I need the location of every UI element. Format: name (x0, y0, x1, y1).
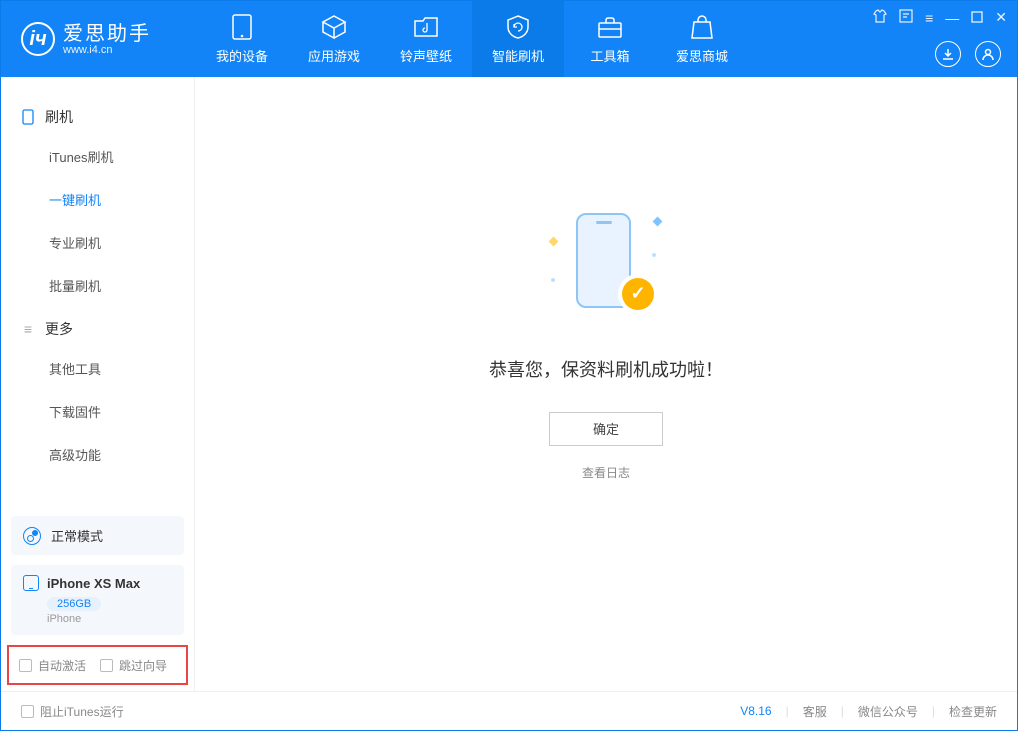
group-title: 刷机 (45, 107, 73, 127)
sidebar-nav: 刷机 iTunes刷机 一键刷机 专业刷机 批量刷机 ≡ 更多 其他工具 下载固… (1, 77, 194, 516)
app-header: iч 爱思助手 www.i4.cn 我的设备 应用游戏 铃声壁纸 智能刷机 工具… (1, 1, 1017, 77)
toolbox-icon (597, 14, 623, 40)
app-logo[interactable]: iч 爱思助手 www.i4.cn (1, 22, 196, 56)
sidebar: 刷机 iTunes刷机 一键刷机 专业刷机 批量刷机 ≡ 更多 其他工具 下载固… (1, 77, 195, 691)
update-link[interactable]: 检查更新 (949, 703, 997, 720)
wechat-link[interactable]: 微信公众号 (858, 703, 918, 720)
tab-store[interactable]: 爱思商城 (656, 1, 748, 77)
device-name: iPhone XS Max (47, 576, 140, 591)
maximize-button[interactable] (971, 10, 983, 26)
footer-bar: 阻止iTunes运行 V8.16 | 客服 | 微信公众号 | 检查更新 (1, 691, 1017, 730)
tab-label: 铃声壁纸 (400, 46, 452, 65)
sidebar-group-more[interactable]: ≡ 更多 (1, 307, 194, 347)
phone-outline-icon (21, 110, 35, 124)
feedback-icon[interactable] (899, 9, 913, 26)
sidebar-item-pro[interactable]: 专业刷机 (1, 221, 194, 264)
tab-label: 应用游戏 (308, 46, 360, 65)
options-highlight: 自动激活 跳过向导 (7, 645, 188, 685)
device-phone-icon (23, 575, 39, 591)
footer-right: V8.16 | 客服 | 微信公众号 | 检查更新 (740, 703, 997, 720)
mode-icon (23, 527, 41, 545)
mode-card[interactable]: 正常模式 (11, 516, 184, 555)
bag-icon (689, 14, 715, 40)
skin-icon[interactable] (873, 9, 887, 26)
device-storage: 256GB (47, 597, 101, 611)
device-card[interactable]: iPhone XS Max 256GB iPhone (11, 565, 184, 635)
download-icon[interactable] (935, 41, 961, 67)
minimize-button[interactable]: — (945, 10, 959, 26)
group-title: 更多 (45, 319, 73, 339)
checkbox-block-itunes[interactable]: 阻止iTunes运行 (21, 703, 124, 720)
menu-icon[interactable]: ≡ (925, 10, 933, 26)
tab-flash[interactable]: 智能刷机 (472, 1, 564, 77)
checkbox-icon (21, 705, 34, 718)
tab-label: 爱思商城 (676, 46, 728, 65)
checkbox-icon (100, 659, 113, 672)
tab-label: 工具箱 (590, 46, 629, 65)
device-type: iPhone (47, 613, 172, 625)
sidebar-bottom: 正常模式 iPhone XS Max 256GB iPhone 自动激活 跳过向… (1, 516, 194, 691)
tab-ringtone[interactable]: 铃声壁纸 (380, 1, 472, 77)
shield-refresh-icon (505, 14, 531, 40)
sidebar-item-othertools[interactable]: 其他工具 (1, 347, 194, 390)
sidebar-group-flash[interactable]: 刷机 (1, 95, 194, 135)
ok-button[interactable]: 确定 (549, 412, 663, 446)
music-folder-icon (413, 14, 439, 40)
checkbox-label: 跳过向导 (119, 657, 167, 674)
logo-icon: iч (21, 22, 55, 56)
header-action-icons (935, 41, 1001, 67)
sidebar-item-itunes[interactable]: iTunes刷机 (1, 135, 194, 178)
version-label: V8.16 (740, 704, 771, 718)
sidebar-item-firmware[interactable]: 下载固件 (1, 390, 194, 433)
checkbox-icon (19, 659, 32, 672)
tab-my-device[interactable]: 我的设备 (196, 1, 288, 77)
tab-label: 我的设备 (216, 46, 268, 65)
mode-label: 正常模式 (51, 526, 103, 545)
sidebar-item-batch[interactable]: 批量刷机 (1, 264, 194, 307)
list-icon: ≡ (21, 322, 35, 336)
sidebar-item-oneclick[interactable]: 一键刷机 (1, 178, 194, 221)
close-button[interactable]: ✕ (995, 9, 1007, 26)
checkmark-badge-icon: ✓ (622, 278, 654, 310)
user-icon[interactable] (975, 41, 1001, 67)
tab-label: 智能刷机 (492, 46, 544, 65)
app-name: 爱思助手 (63, 23, 151, 45)
cube-icon (321, 14, 347, 40)
checkbox-label: 阻止iTunes运行 (40, 703, 124, 720)
main-tabs: 我的设备 应用游戏 铃声壁纸 智能刷机 工具箱 爱思商城 (196, 1, 748, 77)
app-body: 刷机 iTunes刷机 一键刷机 专业刷机 批量刷机 ≡ 更多 其他工具 下载固… (1, 77, 1017, 691)
tab-apps[interactable]: 应用游戏 (288, 1, 380, 77)
success-message: 恭喜您，保资料刷机成功啦！ (489, 356, 723, 382)
window-controls: ≡ — ✕ (873, 9, 1007, 26)
checkbox-label: 自动激活 (38, 657, 86, 674)
main-content: ✓ 恭喜您，保资料刷机成功啦！ 确定 查看日志 (195, 77, 1017, 691)
logo-text: 爱思助手 www.i4.cn (63, 23, 151, 56)
view-log-link[interactable]: 查看日志 (582, 464, 630, 481)
sidebar-item-advanced[interactable]: 高级功能 (1, 433, 194, 476)
success-illustration: ✓ (546, 208, 666, 328)
support-link[interactable]: 客服 (803, 703, 827, 720)
device-icon (229, 14, 255, 40)
checkbox-auto-activate[interactable]: 自动激活 (19, 657, 86, 674)
tab-toolbox[interactable]: 工具箱 (564, 1, 656, 77)
app-url: www.i4.cn (63, 45, 151, 56)
checkbox-skip-guide[interactable]: 跳过向导 (100, 657, 167, 674)
